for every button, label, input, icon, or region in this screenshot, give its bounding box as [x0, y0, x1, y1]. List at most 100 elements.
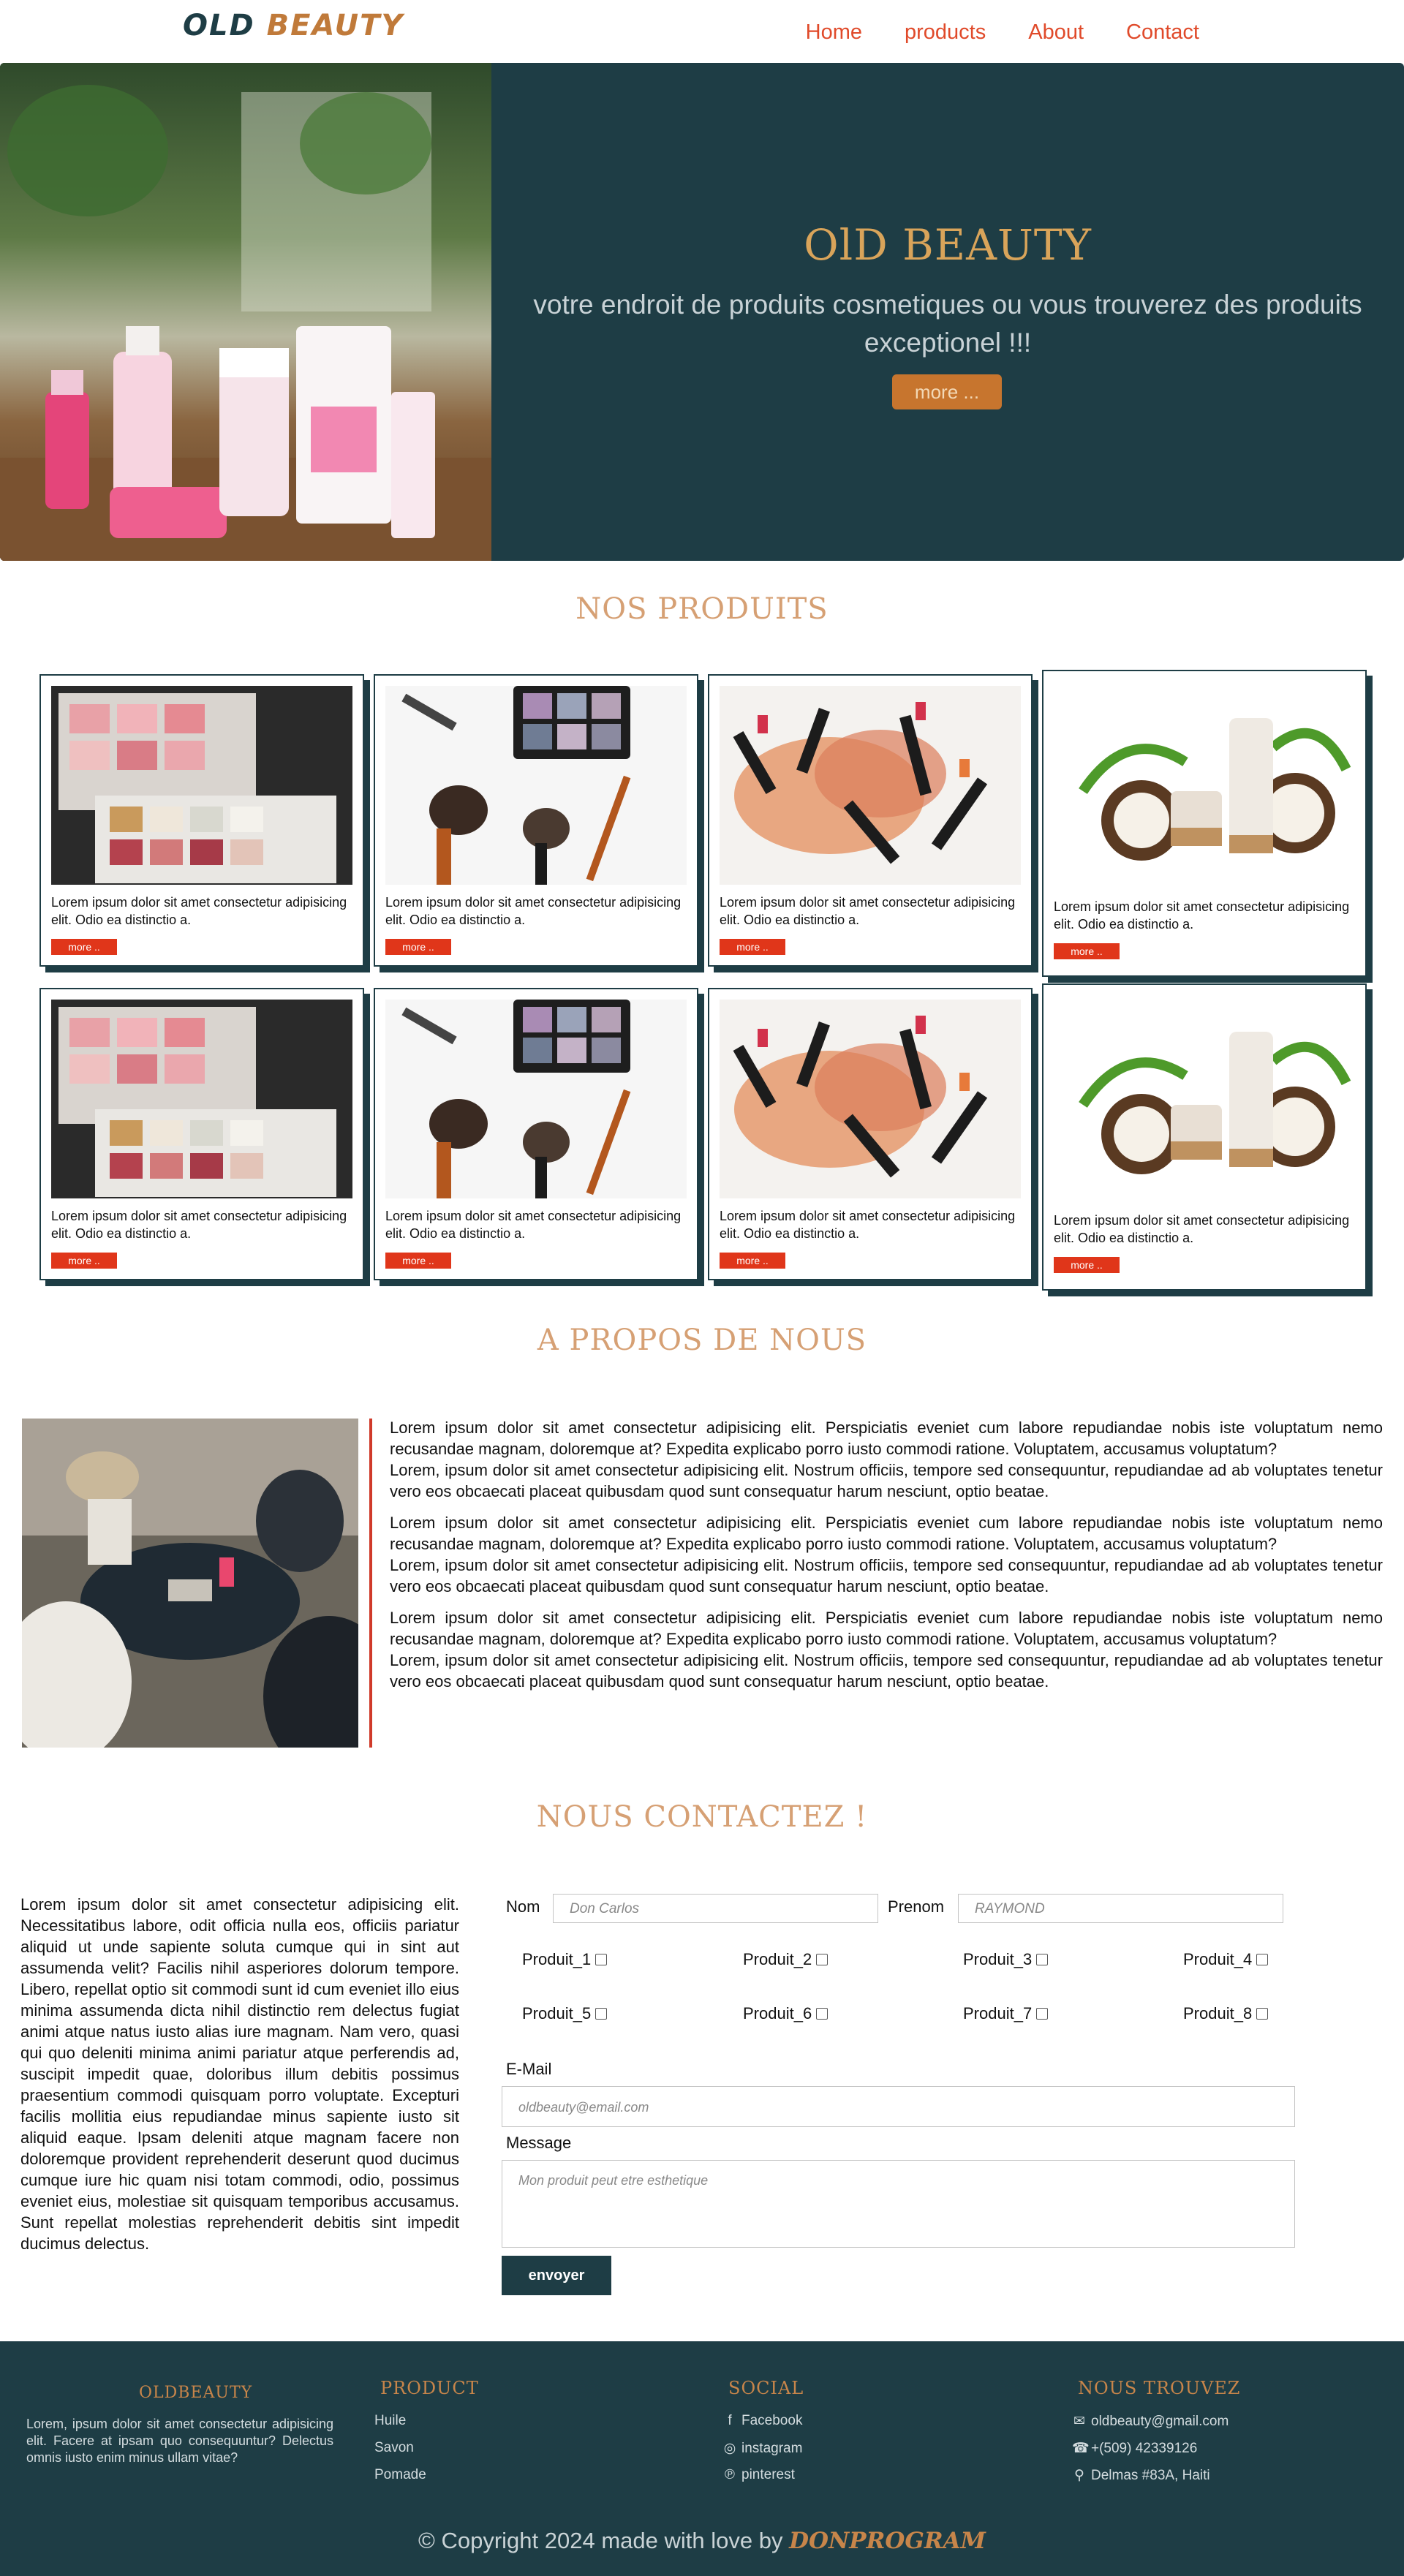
about-paragraph: Lorem ipsum dolor sit amet consectetur a…: [390, 1514, 1383, 1553]
product-more-button[interactable]: more ..: [385, 1253, 451, 1269]
pinterest-icon: ℗: [725, 2467, 735, 2482]
facebook-icon: f: [728, 2413, 732, 2428]
product-description: Lorem ipsum dolor sit amet consectetur a…: [385, 1209, 682, 1241]
contact-section-title: NOUS CONTACTEZ !: [536, 1800, 868, 1834]
checkbox-box[interactable]: [1256, 1954, 1269, 1965]
product-description: Lorem ipsum dolor sit amet consectetur a…: [51, 895, 347, 927]
footer-pinterest-link[interactable]: ℗ pinterest: [722, 2467, 795, 2483]
product-description: Lorem ipsum dolor sit amet consectetur a…: [385, 895, 682, 927]
footer-address: ⚲ Delmas #83A, Haiti: [1072, 2467, 1210, 2484]
about-text: Lorem ipsum dolor sit amet consectetur a…: [390, 1417, 1383, 1692]
email-input[interactable]: oldbeauty@email.com: [502, 2086, 1295, 2127]
checkbox-produit-6[interactable]: Produit_6: [743, 2004, 829, 2023]
product-more-button[interactable]: more ..: [51, 939, 117, 955]
about-divider: [369, 1419, 372, 1748]
checkbox-box[interactable]: [1036, 1954, 1049, 1965]
about-group-photo: [22, 1419, 358, 1748]
product-image: [51, 1000, 352, 1198]
products-section-title: NOS PRODUITS: [575, 592, 829, 626]
footer-product-title: PRODUCT: [380, 2378, 479, 2398]
product-image: [51, 686, 352, 885]
checkbox-box[interactable]: [1036, 2008, 1049, 2020]
footer-about-text: Lorem, ipsum dolor sit amet consectetur …: [26, 2417, 333, 2465]
contact-intro-text: Lorem ipsum dolor sit amet consectetur a…: [20, 1895, 459, 2253]
copyright: © Copyright 2024 made with love by DONPR…: [418, 2528, 986, 2554]
about-paragraph: Lorem ipsum dolor sit amet consectetur a…: [390, 1609, 1383, 1648]
product-more-button[interactable]: more ..: [1054, 1257, 1120, 1273]
checkbox-produit-3[interactable]: Produit_3: [963, 1950, 1049, 1969]
product-more-button[interactable]: more ..: [385, 939, 451, 955]
product-description: Lorem ipsum dolor sit amet consectetur a…: [720, 1209, 1016, 1241]
site-logo[interactable]: OLD BEAUTY: [183, 9, 404, 42]
hero-title: OlD BEAUTY: [804, 220, 1092, 270]
product-card: Lorem ipsum dolor sit amet consectetur a…: [39, 674, 364, 967]
nav-link-home[interactable]: Home: [806, 20, 862, 45]
nav-link-products[interactable]: products: [905, 20, 986, 45]
product-description: Lorem ipsum dolor sit amet consectetur a…: [51, 1209, 347, 1241]
top-navbar: OLD BEAUTY Home products About Contact: [0, 0, 1404, 63]
envelope-icon: ✉: [1073, 2414, 1085, 2429]
footer-link-savon[interactable]: Savon: [374, 2440, 414, 2456]
prenom-input[interactable]: RAYMOND: [958, 1894, 1283, 1923]
product-more-button[interactable]: more ..: [1054, 943, 1120, 959]
checkbox-produit-2[interactable]: Produit_2: [743, 1950, 829, 1969]
product-card: Lorem ipsum dolor sit amet consectetur a…: [1042, 670, 1367, 977]
contact-form: Nom Don Carlos Prenom RAYMOND Produit_1 …: [502, 1890, 1295, 2300]
checkbox-produit-4[interactable]: Produit_4: [1183, 1950, 1269, 1969]
footer-link-pomade[interactable]: Pomade: [374, 2467, 426, 2483]
checkbox-produit-8[interactable]: Produit_8: [1183, 2004, 1269, 2023]
checkbox-box[interactable]: [816, 2008, 829, 2020]
hero-text-panel: OlD BEAUTY votre endroit de produits cos…: [491, 63, 1404, 561]
checkbox-produit-7[interactable]: Produit_7: [963, 2004, 1049, 2023]
product-more-button[interactable]: more ..: [51, 1253, 117, 1269]
hero-banner: OlD BEAUTY votre endroit de produits cos…: [0, 63, 1404, 561]
send-button[interactable]: envoyer: [502, 2256, 611, 2295]
checkbox-produit-5[interactable]: Produit_5: [522, 2004, 608, 2023]
product-image: [385, 1000, 687, 1198]
footer-instagram-link[interactable]: ◎ instagram: [722, 2440, 803, 2457]
checkbox-box[interactable]: [1256, 2008, 1269, 2020]
footer-social-title: SOCIAL: [728, 2378, 804, 2398]
product-image: [1054, 995, 1355, 1194]
footer-email[interactable]: ✉ oldbeauty@gmail.com: [1072, 2413, 1228, 2430]
nav-links: Home products About Contact: [806, 20, 1199, 45]
checkbox-box[interactable]: [816, 1954, 829, 1965]
email-label: E-Mail: [506, 2060, 552, 2078]
product-card: Lorem ipsum dolor sit amet consectetur a…: [708, 674, 1033, 967]
footer-phone[interactable]: ☎ +(509) 42339126: [1072, 2440, 1197, 2457]
product-image: [720, 1000, 1021, 1198]
hero-more-button[interactable]: more ...: [892, 374, 1002, 409]
nav-link-contact[interactable]: Contact: [1126, 20, 1199, 45]
product-card: Lorem ipsum dolor sit amet consectetur a…: [708, 988, 1033, 1280]
product-image: [385, 686, 687, 885]
product-more-button[interactable]: more ..: [720, 939, 785, 955]
product-description: Lorem ipsum dolor sit amet consectetur a…: [1054, 899, 1350, 932]
prenom-label: Prenom: [888, 1897, 945, 1916]
product-more-button[interactable]: more ..: [720, 1253, 785, 1269]
about-paragraph: Lorem ipsum dolor sit amet consectetur a…: [390, 1419, 1383, 1458]
nav-link-about[interactable]: About: [1028, 20, 1084, 45]
message-textarea[interactable]: Mon produit peut etre esthetique: [502, 2160, 1295, 2248]
product-card: Lorem ipsum dolor sit amet consectetur a…: [374, 674, 698, 967]
footer-brand-title: OLDBEAUTY: [139, 2384, 253, 2402]
checkbox-produit-1[interactable]: Produit_1: [522, 1950, 608, 1969]
footer-facebook-link[interactable]: f Facebook: [722, 2413, 802, 2429]
nom-input[interactable]: Don Carlos: [553, 1894, 878, 1923]
phone-icon: ☎: [1072, 2441, 1090, 2456]
product-description: Lorem ipsum dolor sit amet consectetur a…: [720, 895, 1016, 927]
checkbox-box[interactable]: [595, 1954, 608, 1965]
hero-cosmetics-image: [0, 63, 491, 561]
copyright-brand[interactable]: DONPROGRAM: [789, 2528, 986, 2554]
footer-link-huile[interactable]: Huile: [374, 2413, 406, 2429]
product-card: Lorem ipsum dolor sit amet consectetur a…: [39, 988, 364, 1280]
product-description: Lorem ipsum dolor sit amet consectetur a…: [1054, 1213, 1350, 1245]
hero-subtitle: votre endroit de produits cosmetiques ou…: [533, 290, 1362, 358]
checkbox-box[interactable]: [595, 2008, 608, 2020]
about-paragraph: Lorem, ipsum dolor sit amet consectetur …: [390, 1556, 1383, 1595]
nom-label: Nom: [506, 1897, 540, 1916]
footer-find-us-title: NOUS TROUVEZ: [1078, 2378, 1241, 2398]
product-card: Lorem ipsum dolor sit amet consectetur a…: [1042, 983, 1367, 1291]
about-paragraph: Lorem, ipsum dolor sit amet consectetur …: [390, 1461, 1383, 1500]
about-section-title: A PROPOS DE NOUS: [537, 1323, 867, 1357]
product-card: Lorem ipsum dolor sit amet consectetur a…: [374, 988, 698, 1280]
